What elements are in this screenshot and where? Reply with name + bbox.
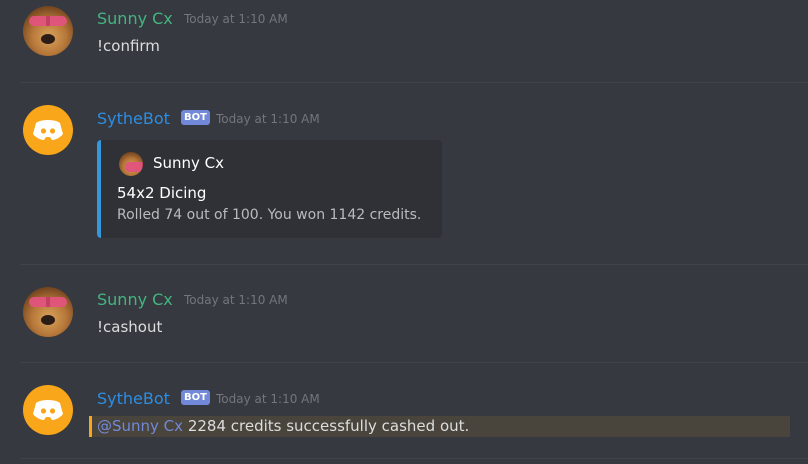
message-divider: [20, 458, 808, 459]
bot-tag: BOT: [181, 390, 210, 405]
user-mention[interactable]: @Sunny Cx: [97, 417, 183, 435]
message-text: @Sunny Cx 2284 credits successfully cash…: [97, 417, 469, 435]
discord-logo-icon: [33, 400, 63, 420]
username[interactable]: SytheBot: [97, 389, 170, 408]
message-body: 2284 credits successfully cashed out.: [183, 417, 470, 435]
bot-avatar[interactable]: [23, 385, 73, 435]
timestamp: Today at 1:10 AM: [216, 392, 320, 406]
chat-messages: Sunny Cx Today at 1:10 AM !confirm Sythe…: [0, 0, 808, 464]
message-4: SytheBot BOT Today at 1:10 AM @Sunny Cx …: [0, 0, 808, 464]
